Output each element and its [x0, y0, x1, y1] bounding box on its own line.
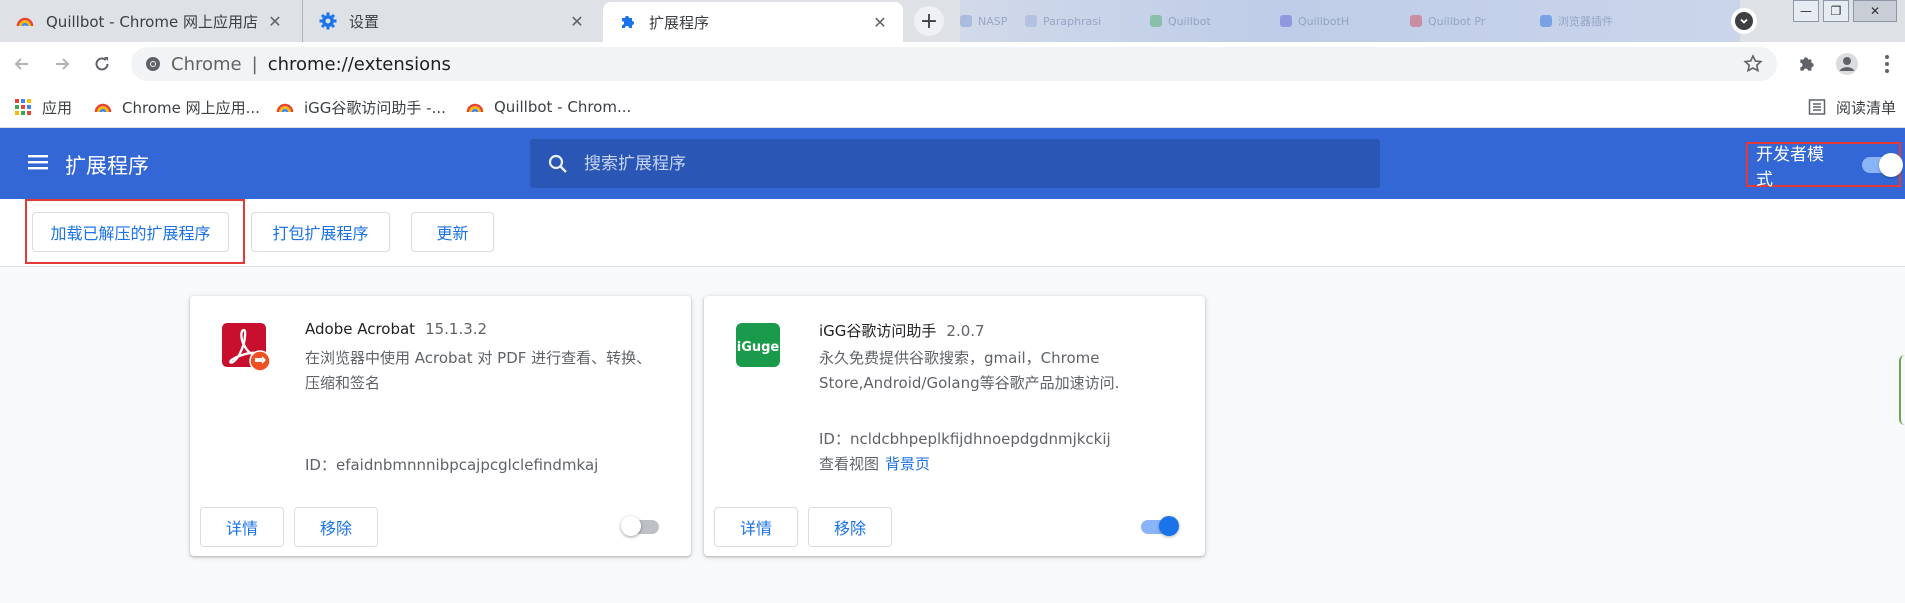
address-separator: |: [251, 53, 258, 75]
chevron-down-icon: [1735, 12, 1753, 30]
bookmark-apps[interactable]: 应用: [14, 96, 72, 118]
extensions-header: 扩展程序 开发者模式: [0, 128, 1905, 199]
hamburger-menu-icon[interactable]: [28, 152, 48, 172]
adobe-acrobat-icon: [222, 323, 270, 371]
reload-button[interactable]: [88, 50, 116, 78]
bookmark-label: 应用: [42, 98, 73, 117]
forward-button[interactable]: [48, 50, 76, 78]
tab-quillbot-store[interactable]: Quillbot - Chrome 网上应用店 ✕: [0, 0, 298, 42]
bookmark-label: Chrome 网上应用...: [122, 98, 260, 117]
pack-extension-button[interactable]: 打包扩展程序: [251, 212, 390, 252]
inspect-views: 查看视图 背景页: [819, 453, 930, 474]
more-vertical-icon: [1885, 55, 1889, 73]
background-tab: Quillbot Pr: [1410, 13, 1485, 29]
background-tab: QuillbotH: [1280, 13, 1349, 29]
extension-version: 15.1.3.2: [425, 320, 488, 338]
browser-menu-button[interactable]: [1875, 52, 1899, 76]
developer-mode-label: 开发者模式: [1756, 144, 1824, 190]
reading-list-icon: [1808, 99, 1826, 115]
developer-action-bar: 加载已解压的扩展程序 打包扩展程序 更新: [0, 199, 1905, 267]
extension-name: iGG谷歌访问助手: [819, 322, 937, 340]
extension-description: 在浏览器中使用 Acrobat 对 PDF 进行查看、转换、压缩和签名: [305, 349, 652, 392]
rainbow-icon: [466, 103, 484, 113]
address-url: chrome://extensions: [267, 53, 451, 75]
bookmarks-bar: 应用 Chrome 网上应用... iGG谷歌访问助手 -... Quillbo…: [0, 86, 1905, 128]
tab-search-button[interactable]: [1731, 8, 1757, 34]
extension-card-igg: iGuge iGG谷歌访问助手 2.0.7 永久免费提供谷歌搜索，gmail，Ch…: [704, 296, 1205, 556]
window-controls: — ❐ ✕: [1793, 0, 1897, 22]
edge-overlay-handle: [1899, 355, 1905, 425]
search-box[interactable]: [530, 139, 1380, 188]
tab-label: 设置: [349, 12, 380, 31]
puzzle-icon: [622, 16, 634, 28]
background-tab: 浏览器插件: [1540, 13, 1613, 29]
inspect-views-label: 查看视图: [819, 455, 880, 473]
details-button[interactable]: 详情: [200, 507, 284, 547]
extensions-puzzle-button[interactable]: [1795, 52, 1819, 76]
gear-icon: [319, 12, 337, 30]
extension-description: 永久免费提供谷歌搜索，gmail，Chrome Store,Android/Go…: [819, 349, 1120, 392]
background-tab: Paraphrasi: [1025, 13, 1101, 29]
update-button[interactable]: 更新: [411, 212, 494, 252]
background-page-link[interactable]: 背景页: [885, 455, 930, 473]
bookmark-label: Quillbot - Chrom...: [494, 98, 632, 116]
reading-list-label: 阅读清单: [1836, 98, 1897, 117]
rainbow-icon: [94, 103, 112, 113]
rainbow-icon: [276, 103, 294, 113]
extension-name: Adobe Acrobat: [305, 320, 416, 338]
tab-label: Quillbot - Chrome 网上应用店: [46, 12, 258, 31]
search-input[interactable]: [584, 153, 1344, 174]
background-tab: Quillbot: [1150, 13, 1211, 29]
close-icon[interactable]: ✕: [564, 8, 590, 34]
developer-mode-toggle[interactable]: [1861, 152, 1904, 177]
avatar-icon: [1836, 53, 1858, 75]
tab-settings[interactable]: 设置 ✕: [302, 0, 600, 42]
tab-strip: NASP Paraphrasi Quillbot QuillbotH Quill…: [0, 0, 1905, 42]
bookmark-label: iGG谷歌访问助手 -...: [304, 98, 446, 117]
search-icon: [548, 154, 567, 173]
new-tab-button[interactable]: +: [914, 6, 944, 36]
chrome-logo-icon: [146, 57, 160, 71]
tab-label: 扩展程序: [649, 13, 710, 32]
extension-id: ID：ncldcbhpeplkfijdhnoepdgdnmjkckij: [819, 430, 1111, 448]
iguge-logo-text: iGuge: [737, 340, 780, 355]
arrow-left-icon: [14, 58, 28, 70]
arrow-right-icon: [56, 58, 70, 70]
page-title: 扩展程序: [65, 154, 149, 178]
extension-enable-toggle[interactable]: [1141, 516, 1179, 536]
close-icon[interactable]: ✕: [262, 8, 288, 34]
reading-list-button[interactable]: 阅读清单: [1808, 96, 1896, 118]
window-close-button[interactable]: ✕: [1853, 0, 1897, 22]
extension-card-adobe-acrobat: Adobe Acrobat 15.1.3.2 在浏览器中使用 Acrobat 对 …: [190, 296, 691, 556]
reload-icon: [95, 57, 109, 71]
browser-toolbar: Chrome | chrome://extensions: [0, 42, 1905, 86]
puzzle-icon: [1800, 57, 1814, 71]
apps-grid-icon: [15, 99, 31, 115]
remove-button[interactable]: 移除: [294, 507, 378, 547]
extension-enable-toggle[interactable]: [621, 516, 659, 536]
close-icon[interactable]: ✕: [867, 9, 893, 35]
details-button[interactable]: 详情: [714, 507, 798, 547]
background-tab: NASP: [960, 13, 1007, 29]
back-button[interactable]: [8, 50, 36, 78]
site-name: Chrome: [171, 53, 242, 75]
extension-name-line: Adobe Acrobat 15.1.3.2: [305, 320, 487, 338]
minimize-button[interactable]: —: [1793, 0, 1819, 22]
load-unpacked-button[interactable]: 加载已解压的扩展程序: [32, 212, 229, 252]
profile-avatar[interactable]: [1835, 52, 1859, 76]
remove-button[interactable]: 移除: [808, 507, 892, 547]
bookmark-star-icon[interactable]: [1743, 54, 1763, 74]
rainbow-icon: [16, 17, 34, 27]
extension-name-line: iGG谷歌访问助手 2.0.7: [819, 320, 985, 341]
tab-extensions[interactable]: 扩展程序 ✕: [603, 2, 903, 42]
bookmark-igg[interactable]: iGG谷歌访问助手 -...: [276, 96, 446, 118]
restore-button[interactable]: ❐: [1823, 0, 1849, 22]
bookmark-quillbot[interactable]: Quillbot - Chrom...: [466, 96, 631, 118]
developer-mode-highlight: 开发者模式: [1746, 142, 1904, 190]
address-bar[interactable]: Chrome | chrome://extensions: [131, 47, 1777, 81]
extension-version: 2.0.7: [946, 322, 985, 340]
bookmark-chrome-store[interactable]: Chrome 网上应用...: [94, 96, 260, 118]
iguge-logo-icon: iGuge: [736, 323, 780, 367]
extension-id: ID：efaidnbmnnnibpcajpcglclefindmkaj: [305, 456, 599, 474]
